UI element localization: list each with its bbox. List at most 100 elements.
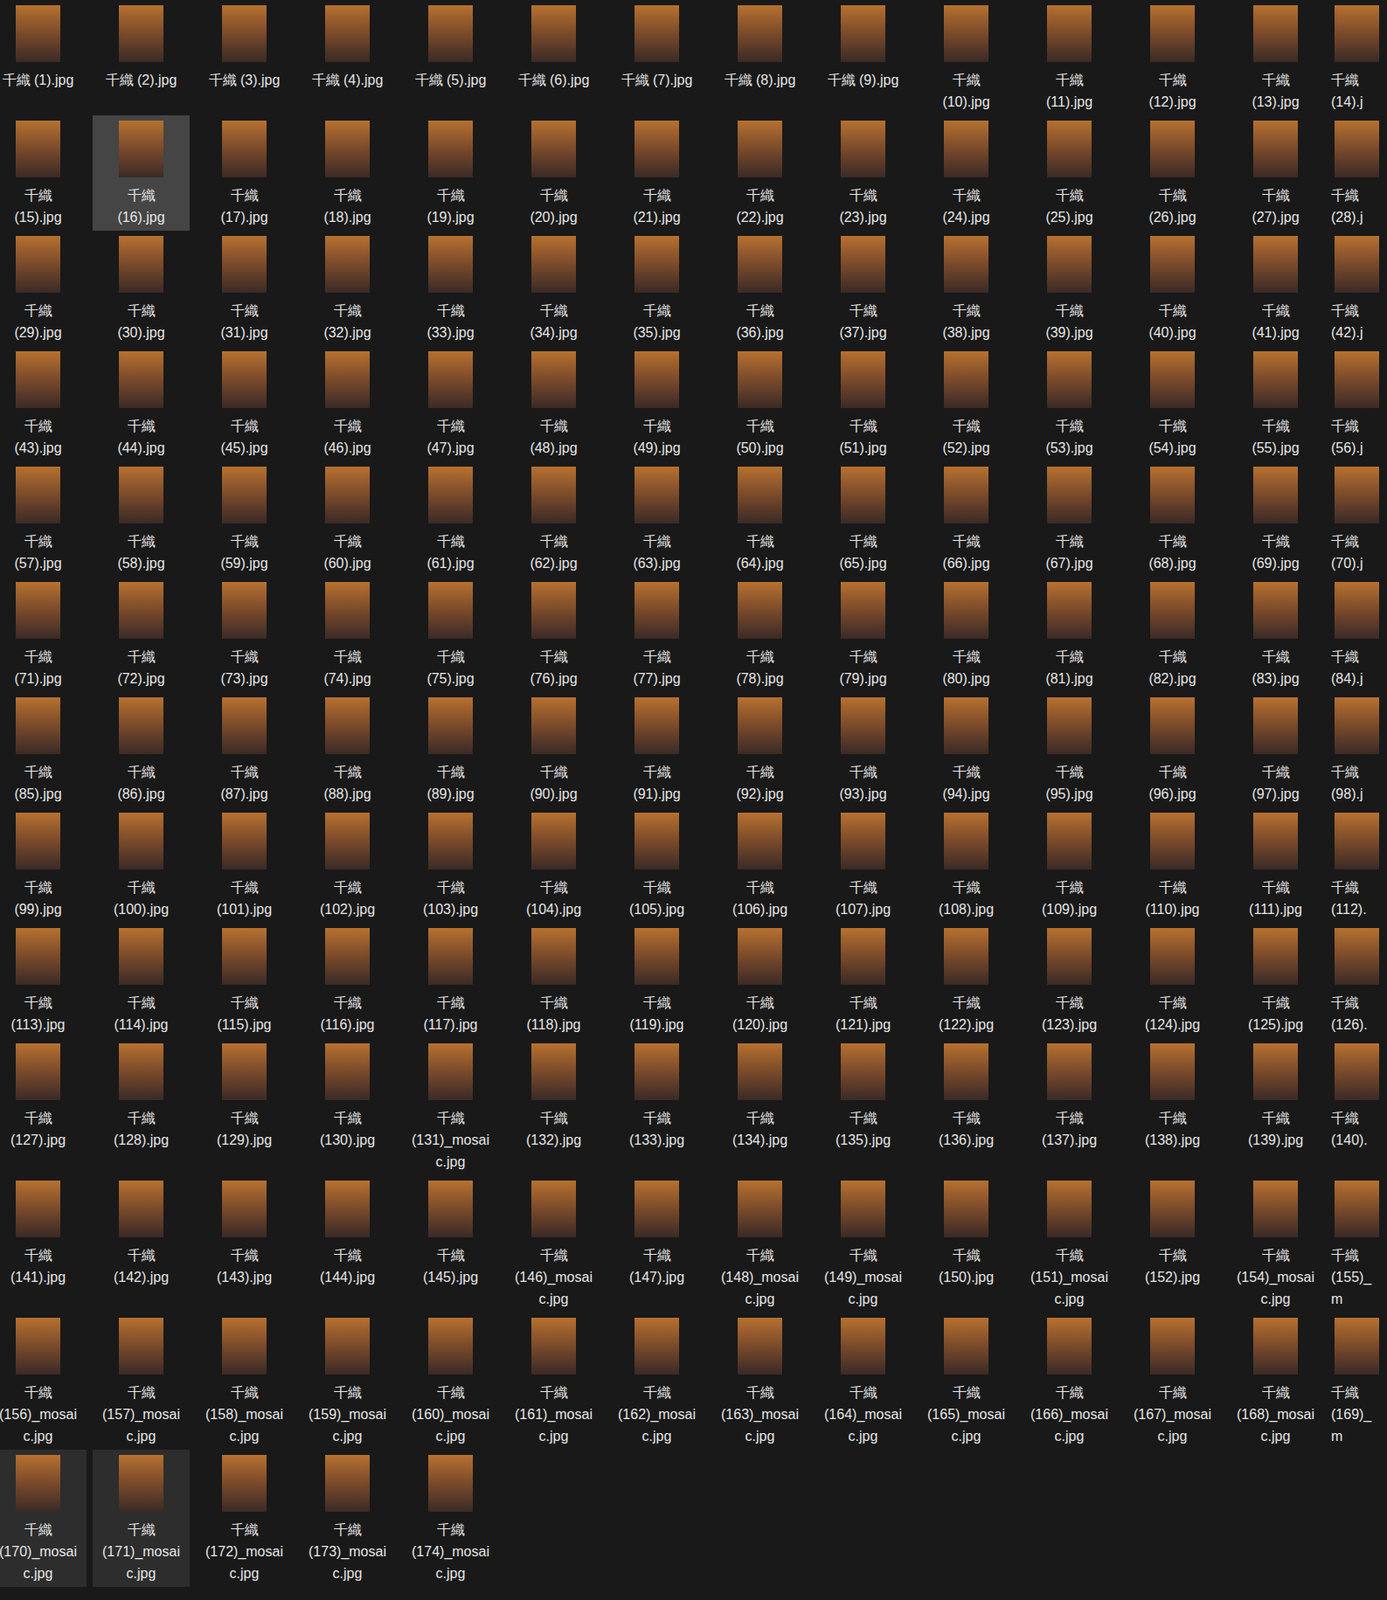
file-item[interactable]: 千織 (97).jpg — [1227, 692, 1325, 808]
file-item[interactable]: 千織 (133).jpg — [608, 1038, 706, 1154]
file-item[interactable]: 千織 (82).jpg — [1123, 576, 1221, 693]
file-item[interactable]: 千織 (148)_mosaic.jpg — [711, 1175, 809, 1313]
file-item[interactable]: 千織 (8).jpg — [711, 0, 809, 94]
file-item[interactable]: 千織 (92).jpg — [711, 692, 809, 808]
file-item[interactable]: 千織 (48).jpg — [505, 346, 603, 462]
file-item[interactable]: 千織 (65).jpg — [814, 461, 912, 577]
file-item[interactable]: 千織 (158)_mosaic.jpg — [195, 1312, 293, 1450]
file-item[interactable]: 千織 (126). — [1330, 922, 1383, 1039]
file-item[interactable]: 千織 (6).jpg — [505, 0, 603, 94]
file-item[interactable]: 千織 (88).jpg — [298, 692, 396, 808]
file-item[interactable]: 千織 (125).jpg — [1227, 922, 1325, 1039]
file-item[interactable]: 千織 (40).jpg — [1123, 230, 1221, 347]
file-item[interactable]: 千織 (122).jpg — [917, 922, 1015, 1039]
file-item[interactable]: 千織 (67).jpg — [1020, 461, 1118, 577]
file-item[interactable]: 千織 (86).jpg — [92, 692, 190, 808]
file-item[interactable]: 千織 (41).jpg — [1227, 230, 1325, 347]
file-item[interactable]: 千織 (101).jpg — [195, 807, 293, 923]
file-item[interactable]: 千織 (114).jpg — [92, 922, 190, 1039]
file-item[interactable]: 千織 (60).jpg — [298, 461, 396, 577]
file-item[interactable]: 千織 (83).jpg — [1227, 576, 1325, 693]
file-item[interactable]: 千織 (57).jpg — [0, 461, 87, 577]
file-item[interactable]: 千織 (9).jpg — [814, 0, 912, 94]
file-item[interactable]: 千織 (117).jpg — [402, 922, 500, 1039]
file-item[interactable]: 千織 (85).jpg — [0, 692, 87, 808]
file-item[interactable]: 千織 (64).jpg — [711, 461, 809, 577]
file-item[interactable]: 千織 (157)_mosaic.jpg — [92, 1312, 190, 1450]
file-item[interactable]: 千織 (46).jpg — [298, 346, 396, 462]
file-item[interactable]: 千織 (24).jpg — [917, 115, 1015, 231]
file-item[interactable]: 千織 (138).jpg — [1123, 1038, 1221, 1154]
file-item[interactable]: 千織 (144).jpg — [298, 1175, 396, 1291]
file-item[interactable]: 千織 (42).j — [1330, 230, 1383, 347]
file-item[interactable]: 千織 (124).jpg — [1123, 922, 1221, 1039]
file-item[interactable]: 千織 (139).jpg — [1227, 1038, 1325, 1154]
file-item[interactable]: 千織 (162)_mosaic.jpg — [608, 1312, 706, 1450]
file-item[interactable]: 千織 (172)_mosaic.jpg — [195, 1449, 293, 1588]
file-item[interactable]: 千織 (132).jpg — [505, 1038, 603, 1154]
file-item[interactable]: 千織 (47).jpg — [402, 346, 500, 462]
file-item[interactable]: 千織 (81).jpg — [1020, 576, 1118, 693]
file-item[interactable]: 千織 (104).jpg — [505, 807, 603, 923]
file-item[interactable]: 千織 (79).jpg — [814, 576, 912, 693]
file-item[interactable]: 千織 (128).jpg — [92, 1038, 190, 1154]
file-item[interactable]: 千織 (123).jpg — [1020, 922, 1118, 1039]
file-item[interactable]: 千織 (35).jpg — [608, 230, 706, 347]
file-item[interactable]: 千織 (68).jpg — [1123, 461, 1221, 577]
file-item[interactable]: 千織 (173)_mosaic.jpg — [298, 1449, 396, 1588]
file-item[interactable]: 千織 (120).jpg — [711, 922, 809, 1039]
file-item[interactable]: 千織 (93).jpg — [814, 692, 912, 808]
file-item[interactable]: 千織 (80).jpg — [917, 576, 1015, 693]
file-item[interactable]: 千織 (21).jpg — [608, 115, 706, 231]
file-item[interactable]: 千織 (43).jpg — [0, 346, 87, 462]
file-item[interactable]: 千織 (1).jpg — [0, 0, 87, 94]
file-item[interactable]: 千織 (26).jpg — [1123, 115, 1221, 231]
file-item[interactable]: 千織 (34).jpg — [505, 230, 603, 347]
file-item[interactable]: 千織 (75).jpg — [402, 576, 500, 693]
file-item[interactable]: 千織 (113).jpg — [0, 922, 87, 1039]
file-item[interactable]: 千織 (38).jpg — [917, 230, 1015, 347]
file-item[interactable]: 千織 (115).jpg — [195, 922, 293, 1039]
file-item[interactable]: 千織 (164)_mosaic.jpg — [814, 1312, 912, 1450]
file-item[interactable]: 千織 (156)_mosaic.jpg — [0, 1312, 87, 1450]
file-item[interactable]: 千織 (2).jpg — [92, 0, 190, 94]
file-item[interactable]: 千織 (63).jpg — [608, 461, 706, 577]
file-item[interactable]: 千織 (111).jpg — [1227, 807, 1325, 923]
file-item[interactable]: 千織 (147).jpg — [608, 1175, 706, 1291]
file-item[interactable]: 千織 (37).jpg — [814, 230, 912, 347]
file-item[interactable]: 千織 (87).jpg — [195, 692, 293, 808]
file-item[interactable]: 千織 (90).jpg — [505, 692, 603, 808]
file-item[interactable]: 千織 (154)_mosaic.jpg — [1227, 1175, 1325, 1313]
file-item[interactable]: 千織 (89).jpg — [402, 692, 500, 808]
file-item[interactable]: 千織 (66).jpg — [917, 461, 1015, 577]
file-item[interactable]: 千織 (53).jpg — [1020, 346, 1118, 462]
file-item[interactable]: 千織 (23).jpg — [814, 115, 912, 231]
file-item[interactable]: 千織 (14).j — [1330, 0, 1383, 116]
file-item[interactable]: 千織 (39).jpg — [1020, 230, 1118, 347]
file-item[interactable]: 千織 (44).jpg — [92, 346, 190, 462]
file-item[interactable]: 千織 (18).jpg — [298, 115, 396, 231]
file-item[interactable]: 千織 (30).jpg — [92, 230, 190, 347]
file-item[interactable]: 千織 (10).jpg — [917, 0, 1015, 116]
file-item[interactable]: 千織 (102).jpg — [298, 807, 396, 923]
file-item[interactable]: 千織 (15).jpg — [0, 115, 87, 231]
file-item[interactable]: 千織 (155)_m — [1330, 1175, 1383, 1313]
file-item[interactable]: 千織 (12).jpg — [1123, 0, 1221, 116]
file-item[interactable]: 千織 (5).jpg — [402, 0, 500, 94]
file-item[interactable]: 千織 (32).jpg — [298, 230, 396, 347]
file-item[interactable]: 千織 (167)_mosaic.jpg — [1123, 1312, 1221, 1450]
file-item[interactable]: 千織 (33).jpg — [402, 230, 500, 347]
file-item[interactable]: 千織 (4).jpg — [298, 0, 396, 94]
file-item[interactable]: 千織 (163)_mosaic.jpg — [711, 1312, 809, 1450]
file-item[interactable]: 千織 (107).jpg — [814, 807, 912, 923]
file-item[interactable]: 千織 (76).jpg — [505, 576, 603, 693]
file-item[interactable]: 千織 (151)_mosaic.jpg — [1020, 1175, 1118, 1313]
file-item[interactable]: 千織 (119).jpg — [608, 922, 706, 1039]
file-item[interactable]: 千織 (149)_mosaic.jpg — [814, 1175, 912, 1313]
file-item[interactable]: 千織 (135).jpg — [814, 1038, 912, 1154]
file-item[interactable]: 千織 (141).jpg — [0, 1175, 87, 1291]
file-item[interactable]: 千織 (110).jpg — [1123, 807, 1221, 923]
file-item[interactable]: 千織 (165)_mosaic.jpg — [917, 1312, 1015, 1450]
file-item[interactable]: 千織 (137).jpg — [1020, 1038, 1118, 1154]
file-item[interactable]: 千織 (19).jpg — [402, 115, 500, 231]
